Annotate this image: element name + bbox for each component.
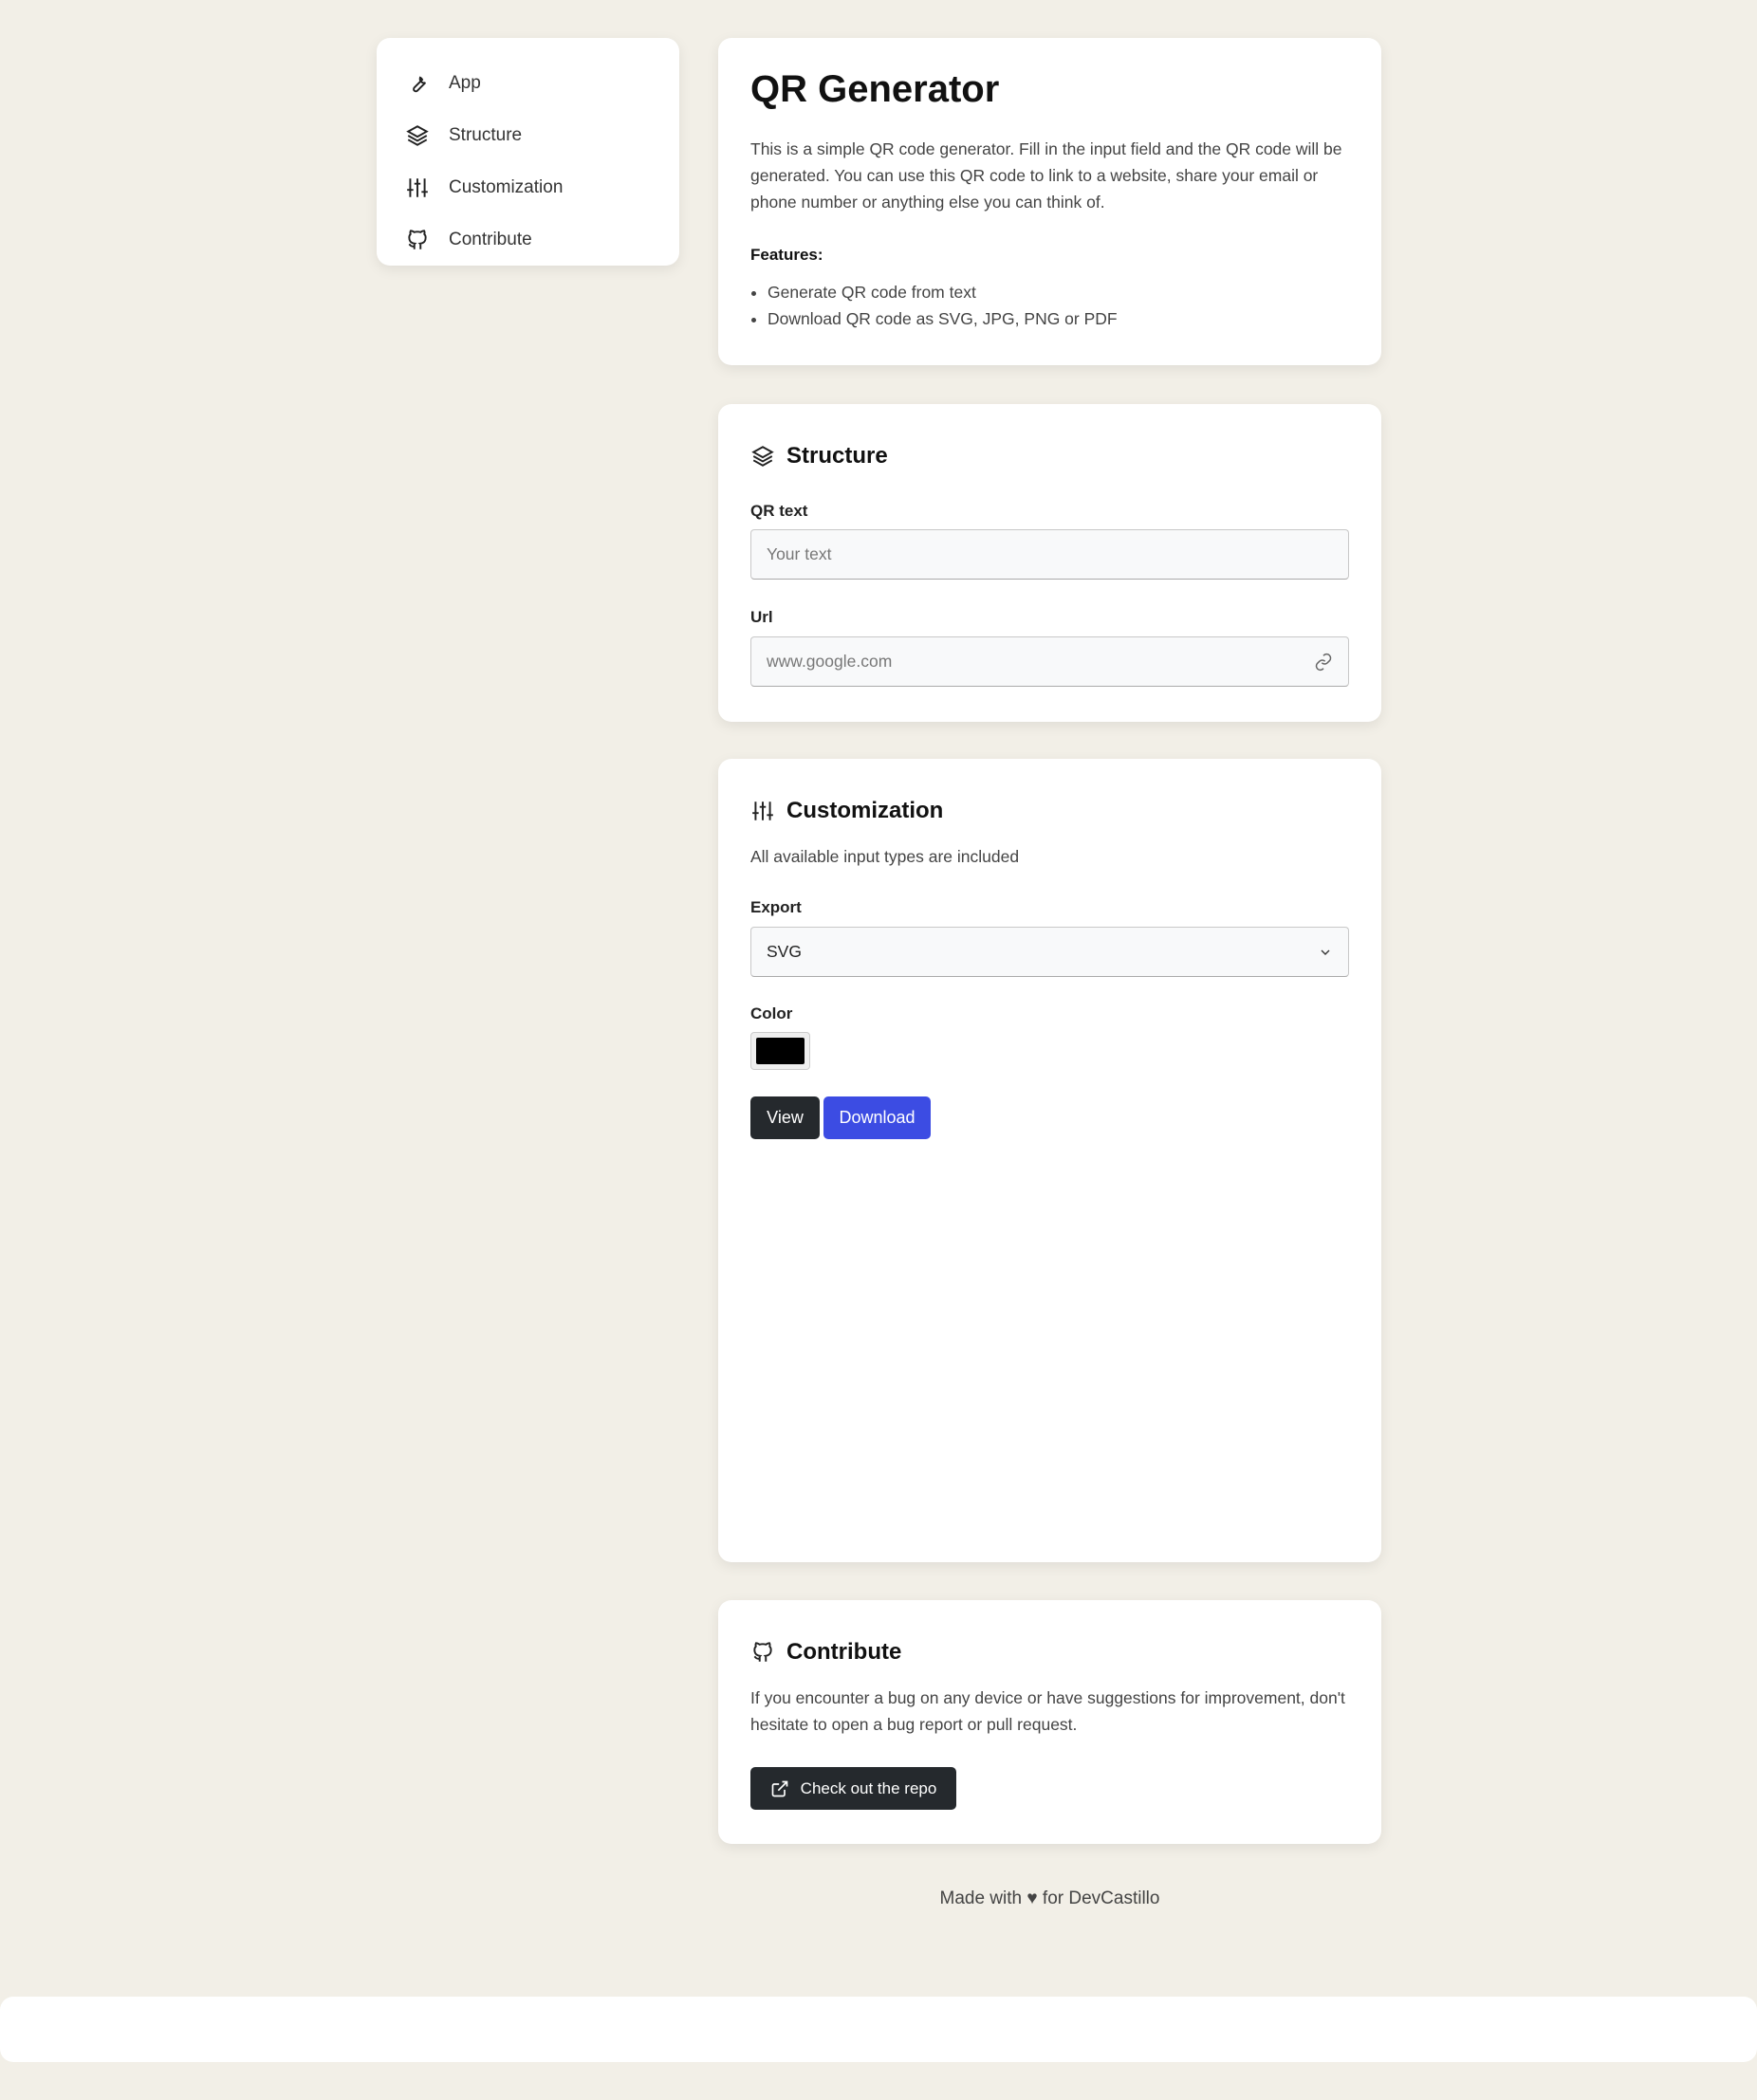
intro-description: This is a simple QR code generator. Fill… [750,139,1342,212]
color-label: Color [750,1004,793,1022]
layers-icon [406,124,429,146]
chevron-down-icon [1321,949,1330,955]
contribute-card: Contribute If you encounter a bug on any… [718,1600,1381,1844]
qr-text-label: QR text [750,502,808,520]
sidebar-item-customization[interactable]: Customization [405,161,651,213]
export-label: Export [750,898,802,916]
url-placeholder: www.google.com [767,652,893,671]
github-icon [408,229,427,249]
export-selected-value: SVG [767,942,802,961]
wrench-icon [413,75,427,92]
repo-button[interactable]: Check out the repo [750,1767,956,1810]
sidebar-item-structure[interactable]: Structure [405,109,651,161]
feature-item: Download QR code as SVG, JPG, PNG or PDF [768,305,1349,332]
customization-description: All available input types are included [750,847,1020,866]
intro-card: QR Generator This is a simple QR code ge… [718,38,1381,365]
contribute-description: If you encounter a bug on any device or … [750,1688,1345,1734]
bottom-bar [0,1997,1757,2062]
structure-card: Structure QR text Your text Url www.goog… [718,404,1381,722]
external-link-icon [771,1780,788,1796]
contribute-title: Contribute [786,1639,902,1665]
color-picker[interactable] [750,1032,810,1070]
footer-text: Made with ♥ for DevCastillo [939,1888,1160,1908]
sidebar-item-label: Structure [449,124,523,145]
url-label: Url [750,608,773,626]
features-label: Features: [750,246,823,264]
contribute-heading: Contribute [750,1639,1349,1666]
github-icon [753,1642,772,1662]
sidebar-item-app[interactable]: App [405,57,651,109]
repo-button-label: Check out the repo [800,1778,937,1797]
sliders-icon [407,177,428,197]
sliders-icon [752,801,773,820]
view-button[interactable]: View [750,1096,820,1139]
customization-heading: Customization [750,798,1349,824]
sidebar-nav: App Structure Customization Contribute [377,38,679,266]
customization-title: Customization [786,798,944,823]
structure-heading: Structure [750,443,1349,470]
layers-icon [751,446,774,467]
qr-text-input[interactable]: Your text [750,529,1349,580]
page-title: QR Generator [750,68,1000,110]
export-select[interactable]: SVG [750,927,1349,977]
customization-card: Customization All available input types … [718,759,1381,1562]
sidebar-item-contribute[interactable]: Contribute [405,213,651,266]
feature-item: Generate QR code from text [768,279,1349,305]
features-list: Generate QR code from text Download QR c… [750,279,1349,332]
structure-title: Structure [786,443,888,469]
sidebar-item-label: Contribute [449,229,532,249]
download-button[interactable]: Download [823,1096,931,1139]
sidebar-item-label: Customization [449,176,564,197]
link-icon [1315,653,1332,671]
url-input[interactable]: www.google.com [750,636,1349,687]
qr-text-placeholder: Your text [767,544,832,563]
sidebar-item-label: App [449,72,481,93]
color-swatch [756,1038,805,1064]
